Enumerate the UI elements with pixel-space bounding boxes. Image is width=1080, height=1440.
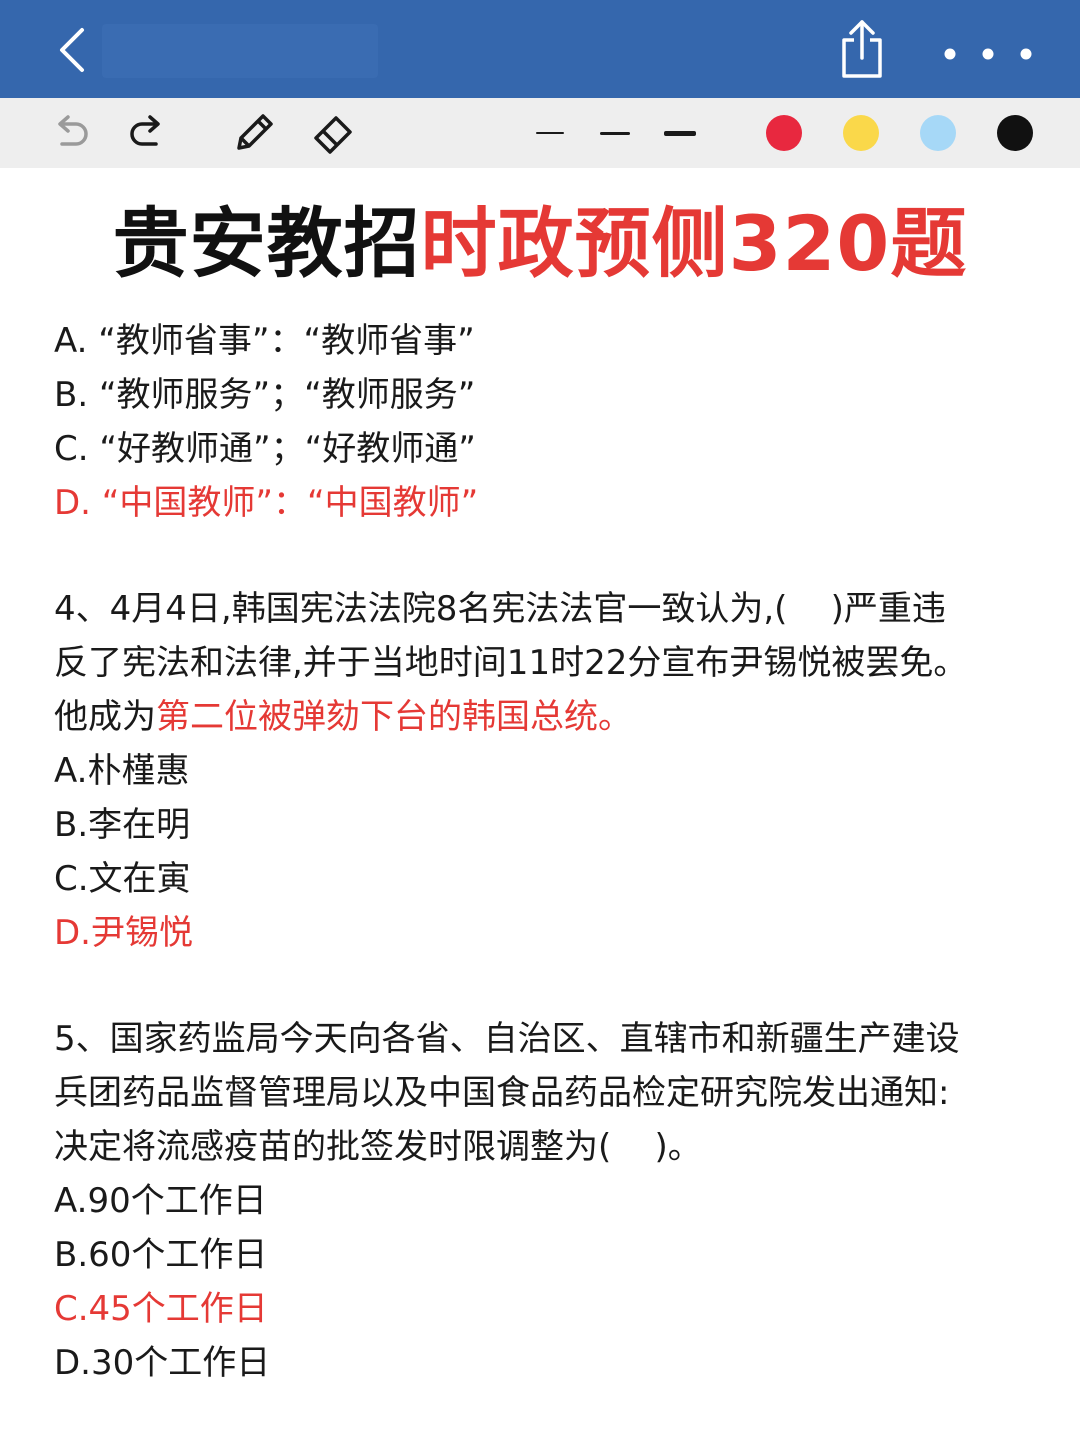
question-5-option-a: A.90个工作日 bbox=[54, 1181, 267, 1221]
question-5-stem-line-2: 兵团药品监督管理局以及中国食品药品检定研究院发出通知: bbox=[54, 1073, 950, 1113]
pen-tool-button[interactable] bbox=[230, 110, 276, 156]
undo-icon bbox=[58, 115, 88, 146]
question-5-answer: C.45个工作日 bbox=[54, 1289, 268, 1329]
pen-icon bbox=[237, 114, 273, 150]
question-4-option-b: B.李在明 bbox=[54, 805, 191, 845]
question-5-option-b: B.60个工作日 bbox=[54, 1235, 268, 1275]
color-swatch-yellow[interactable] bbox=[843, 115, 879, 151]
color-swatch-light-blue[interactable] bbox=[920, 115, 956, 151]
page-title: 贵安教招时政预侧320题 bbox=[0, 196, 1080, 292]
question-4-stem-highlight: 第二位被弹劾下台的韩国总统。 bbox=[156, 697, 632, 737]
share-icon bbox=[842, 20, 882, 78]
top-nav-bar bbox=[0, 0, 1080, 98]
undo-button[interactable] bbox=[48, 110, 94, 156]
annotation-toolbar bbox=[0, 98, 1080, 168]
page-title-black-part: 贵安教招 bbox=[112, 199, 421, 288]
color-swatch-red[interactable] bbox=[766, 115, 802, 151]
question-4-option-c: C.文在寅 bbox=[54, 859, 191, 899]
question-5-stem-line-1: 5、国家药监局今天向各省、自治区、直辖市和新疆生产建设 bbox=[54, 1019, 960, 1059]
eraser-icon bbox=[314, 116, 352, 154]
document-title-redacted bbox=[102, 24, 378, 78]
back-button[interactable] bbox=[52, 26, 92, 74]
question-4-option-a: A.朴槿惠 bbox=[54, 751, 190, 791]
stroke-thick-option[interactable] bbox=[664, 110, 696, 156]
question-4-stem-line-1: 4、4月4日,韩国宪法法院8名宪法法官一致认为,( )严重违 bbox=[54, 589, 946, 629]
more-horizontal-icon bbox=[944, 48, 1032, 60]
chevron-left-icon bbox=[60, 28, 84, 72]
eraser-tool-button[interactable] bbox=[310, 110, 356, 156]
redo-button[interactable] bbox=[124, 110, 170, 156]
question-3-option-a: A. “教师省事”：“教师省事” bbox=[54, 321, 475, 361]
document-body: A. “教师省事”：“教师省事” B. “教师服务”；“教师服务” C. “好教… bbox=[54, 314, 1034, 1390]
stroke-thin-option[interactable] bbox=[536, 110, 564, 156]
question-4-stem-prefix: 他成为 bbox=[54, 697, 156, 737]
question-4-stem-line-2: 反了宪法和法律,并于当地时间11时22分宣布尹锡悦被罢免。 bbox=[54, 643, 968, 683]
question-4-answer: D.尹锡悦 bbox=[54, 913, 193, 953]
question-3-option-b: B. “教师服务”；“教师服务” bbox=[54, 375, 476, 415]
color-swatch-black[interactable] bbox=[997, 115, 1033, 151]
more-options-button[interactable] bbox=[938, 40, 1038, 68]
question-3-option-c: C. “好教师通”；“好教师通” bbox=[54, 429, 476, 469]
question-5-stem-line-3: 决定将流感疫苗的批签发时限调整为( )。 bbox=[54, 1127, 702, 1167]
question-3-answer: D. “中国教师”：“中国教师” bbox=[54, 483, 479, 523]
question-5-option-d: D.30个工作日 bbox=[54, 1343, 271, 1383]
redo-icon bbox=[130, 115, 160, 146]
share-button[interactable] bbox=[838, 18, 886, 80]
page-title-red-part: 时政预侧320题 bbox=[420, 199, 968, 288]
question-4-stem-line-3: 他成为第二位被弹劾下台的韩国总统。 bbox=[54, 690, 1034, 744]
stroke-medium-option[interactable] bbox=[600, 110, 630, 156]
